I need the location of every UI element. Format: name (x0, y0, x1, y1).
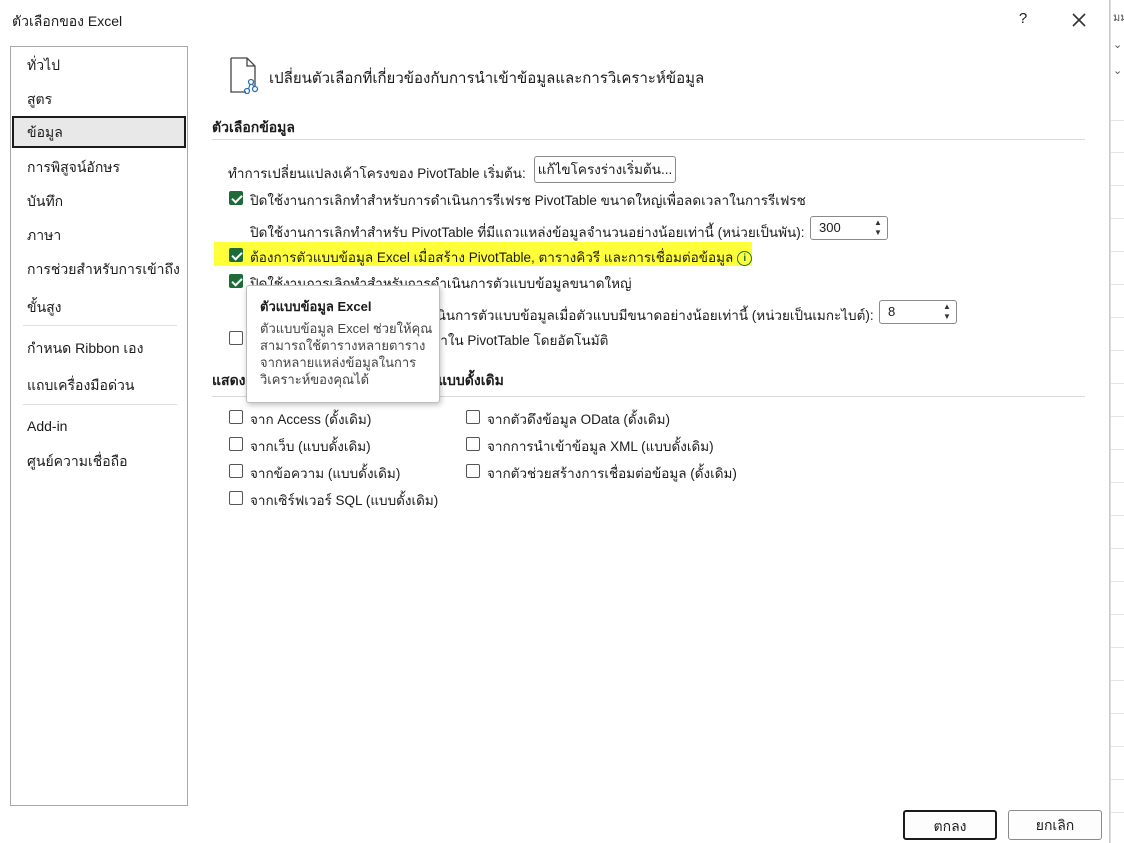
data-options-title: ตัวเลือกข้อมูล (212, 119, 295, 135)
help-button[interactable]: ? (1012, 7, 1034, 31)
sidebar-item-data[interactable]: ข้อมูล (12, 116, 186, 148)
legacy-web-label: จากเว็บ (แบบดั้งเดิม) (250, 439, 371, 454)
legacy-web-checkbox[interactable] (229, 437, 243, 451)
auto-group-label: ลาใน PivotTable โดยอัตโนมัติ (432, 333, 609, 348)
sidebar-item-add-ins[interactable]: Add-in (12, 410, 186, 442)
legacy-access-label: จาก Access (ดั้งเดิม) (250, 412, 372, 427)
sidebar-item-language[interactable]: ภาษา (12, 219, 186, 251)
undo-rows-label: ปิดใช้งานการเลิกทำสำหรับ PivotTable ที่ม… (250, 225, 805, 240)
legacy-sql-label: จากเซิร์ฟเวอร์ SQL (แบบดั้งเดิม) (250, 493, 439, 508)
undo-model-size-spinner[interactable]: 8 ▲ ▼ (879, 300, 957, 324)
sidebar-divider (23, 404, 177, 405)
undo-data-model-checkbox[interactable] (229, 274, 243, 288)
legacy-connection-wizard-checkbox[interactable] (466, 464, 480, 478)
undo-refresh-checkbox[interactable] (229, 191, 243, 205)
tooltip-title: ตัวแบบข้อมูล Excel (260, 299, 372, 314)
legacy-title-right: แบบดั้งเดิม (438, 372, 504, 388)
undo-rows-value: 300 (819, 220, 841, 235)
edit-default-layout-button[interactable]: แก้ไขโครงร่างเริ่มต้น... (534, 156, 676, 183)
sidebar-nav: ทั่วไป สูตร ข้อมูล การพิสูจน์อักษร บันทึ… (10, 46, 188, 806)
legacy-xml-checkbox[interactable] (466, 437, 480, 451)
window-title: ตัวเลือกของ Excel (12, 13, 123, 29)
content-pane: เปลี่ยนตัวเลือกที่เกี่ยวข้องกับการนำเข้า… (196, 40, 1096, 800)
spin-up-icon[interactable]: ▲ (873, 219, 883, 227)
sidebar-item-advanced[interactable]: ขั้นสูง (12, 291, 186, 323)
cancel-button[interactable]: ยกเลิก (1008, 810, 1102, 840)
undo-refresh-label: ปิดใช้งานการเลิกทำสำหรับการดำเนินการรีเฟ… (250, 193, 806, 208)
document-data-icon (228, 56, 262, 96)
sidebar-item-quick-access-toolbar[interactable]: แถบเครื่องมือด่วน (12, 369, 186, 401)
legacy-text-label: จากข้อความ (แบบดั้งเดิม) (250, 466, 401, 481)
legacy-xml-label: จากการนำเข้าข้อมูล XML (แบบดั้งเดิม) (487, 439, 714, 454)
spin-up-icon[interactable]: ▲ (942, 303, 952, 311)
sidebar-item-customize-ribbon[interactable]: กำหนด Ribbon เอง (12, 332, 186, 364)
chevron-down-icon: ⌄ (1113, 39, 1123, 51)
legacy-text-checkbox[interactable] (229, 464, 243, 478)
background-worksheet-edge: มม ⌄ ⌄ (1110, 0, 1124, 843)
legacy-odata-checkbox[interactable] (466, 410, 480, 424)
tooltip-body: ตัวแบบข้อมูล Excel ช่วยให้คุณสามารถใช้ตา… (260, 321, 433, 387)
sidebar-item-trust-center[interactable]: ศูนย์ความเชื่อถือ (12, 445, 186, 477)
title-bar: ตัวเลือกของ Excel ? (0, 0, 1110, 40)
undo-model-size-label: เนินการตัวแบบข้อมูลเมื่อตัวแบบมีขนาดอย่า… (432, 308, 874, 323)
prefer-data-model-checkbox[interactable] (229, 248, 243, 262)
legacy-odata-label: จากตัวดึงข้อมูล OData (ดั้งเดิม) (487, 412, 671, 427)
page-header-text: เปลี่ยนตัวเลือกที่เกี่ยวข้องกับการนำเข้า… (269, 70, 705, 87)
prefer-data-model-text: ต้องการตัวแบบข้อมูล Excel เมื่อสร้าง Piv… (250, 250, 734, 265)
section-divider (212, 139, 1085, 140)
ok-button[interactable]: ตกลง (903, 810, 997, 840)
close-icon[interactable] (1066, 7, 1092, 33)
undo-rows-spinner[interactable]: 300 ▲ ▼ (810, 216, 888, 240)
background-text-fragment: มม (1113, 12, 1124, 24)
auto-group-checkbox[interactable] (229, 331, 243, 345)
legacy-title-left: แสดง (212, 372, 246, 388)
sidebar-item-general[interactable]: ทั่วไป (12, 49, 186, 81)
legacy-access-checkbox[interactable] (229, 410, 243, 424)
info-icon[interactable]: i (737, 250, 753, 266)
excel-options-dialog: ตัวเลือกของ Excel ? ทั่วไป สูตร ข้อมูล ก… (0, 0, 1110, 843)
legacy-sql-checkbox[interactable] (229, 491, 243, 505)
sidebar-item-accessibility[interactable]: การช่วยสำหรับการเข้าถึง (12, 253, 186, 285)
sidebar-item-save[interactable]: บันทึก (12, 185, 186, 217)
chevron-down-icon: ⌄ (1113, 65, 1123, 77)
sidebar-divider (23, 325, 177, 326)
spin-down-icon[interactable]: ▼ (942, 313, 952, 321)
sidebar-item-proofing[interactable]: การพิสูจน์อักษร (12, 151, 186, 183)
sidebar-item-formulas[interactable]: สูตร (12, 83, 186, 115)
pivot-layout-label: ทำการเปลี่ยนแปลงเค้าโครงของ PivotTable เ… (228, 166, 526, 181)
undo-model-size-value: 8 (888, 304, 896, 319)
data-model-tooltip: ตัวแบบข้อมูล Excel ตัวแบบข้อมูล Excel ช่… (246, 285, 440, 403)
spin-down-icon[interactable]: ▼ (873, 229, 883, 237)
legacy-connection-wizard-label: จากตัวช่วยสร้างการเชื่อมต่อข้อมูล (ดั้งเ… (487, 466, 737, 481)
prefer-data-model-label: ต้องการตัวแบบข้อมูล Excel เมื่อสร้าง Piv… (250, 246, 753, 268)
